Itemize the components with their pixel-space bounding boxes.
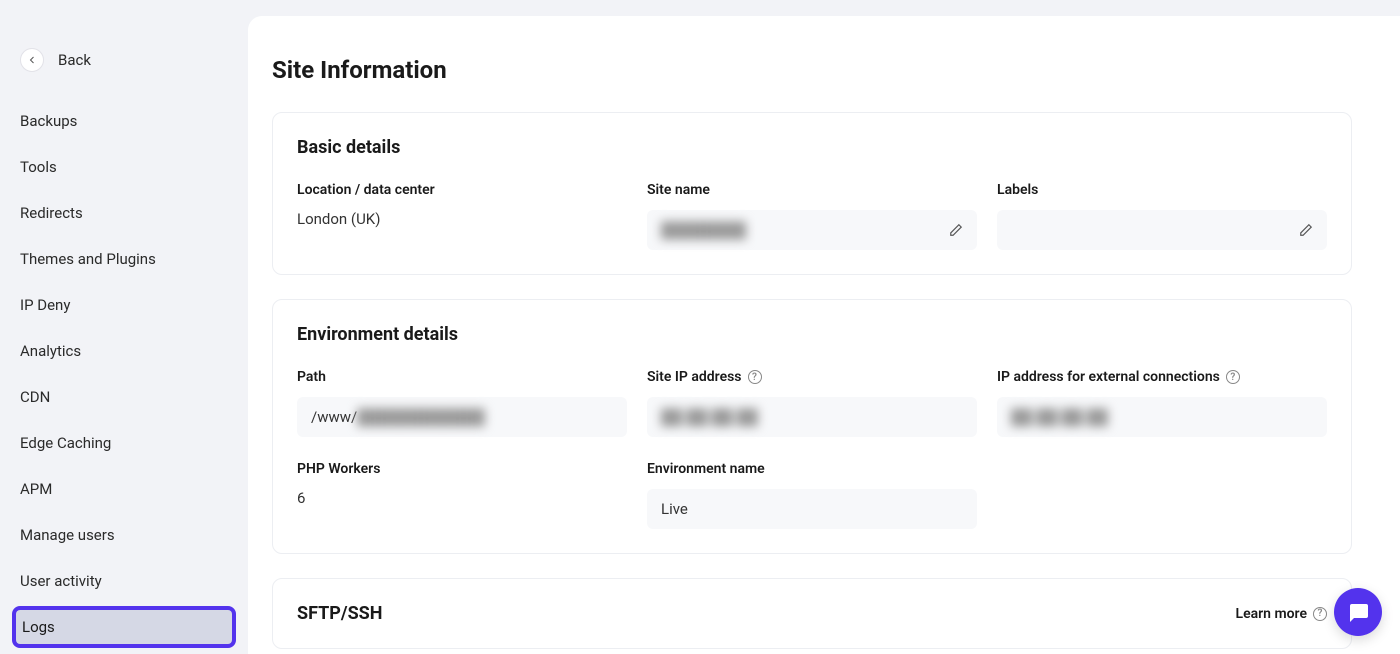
learn-more-link[interactable]: Learn more ? <box>1236 606 1327 622</box>
labels-label: Labels <box>997 182 1327 198</box>
environment-details-card: Environment details Path /www/██████████… <box>272 299 1352 554</box>
site-name-input[interactable]: ████████ <box>647 210 977 250</box>
back-label: Back <box>58 51 91 69</box>
sftp-ssh-title: SFTP/SSH <box>297 603 382 624</box>
sidebar-item-manage-users[interactable]: Manage users <box>12 514 236 556</box>
environment-details-title: Environment details <box>297 324 1327 345</box>
php-workers-value: 6 <box>297 489 627 507</box>
path-field: Path /www/████████████ <box>297 369 627 437</box>
path-value: /www/████████████ <box>311 408 485 426</box>
pencil-icon <box>949 223 963 237</box>
environment-name-value-box[interactable]: Live <box>647 489 977 529</box>
php-workers-field: PHP Workers 6 <box>297 461 627 529</box>
path-value-box[interactable]: /www/████████████ <box>297 397 627 437</box>
site-name-label: Site name <box>647 182 977 198</box>
site-name-field: Site name ████████ <box>647 182 977 250</box>
help-icon[interactable]: ? <box>1226 370 1240 384</box>
location-label: Location / data center <box>297 182 627 198</box>
sidebar-item-ip-deny[interactable]: IP Deny <box>12 284 236 326</box>
page-title: Site Information <box>272 56 1352 84</box>
sidebar-item-backups[interactable]: Backups <box>12 100 236 142</box>
location-field: Location / data center London (UK) <box>297 182 627 250</box>
back-button[interactable] <box>20 48 44 72</box>
site-ip-value-box[interactable]: ██.██.██.██ <box>647 397 977 437</box>
chat-icon <box>1346 600 1370 624</box>
external-ip-field: IP address for external connections ? ██… <box>997 369 1327 437</box>
sidebar-item-tools[interactable]: Tools <box>12 146 236 188</box>
site-name-value: ████████ <box>661 221 746 239</box>
labels-field: Labels <box>997 182 1327 250</box>
sidebar-item-logs[interactable]: Logs <box>12 606 236 648</box>
chat-button[interactable] <box>1334 588 1382 636</box>
sidebar-item-themes-plugins[interactable]: Themes and Plugins <box>12 238 236 280</box>
pencil-icon <box>1299 223 1313 237</box>
environment-name-value: Live <box>661 500 688 518</box>
environment-name-label: Environment name <box>647 461 977 477</box>
site-ip-value: ██.██.██.██ <box>661 408 758 426</box>
external-ip-value-box[interactable]: ██.██.██.██ <box>997 397 1327 437</box>
external-ip-label: IP address for external connections ? <box>997 369 1327 385</box>
sidebar-item-analytics[interactable]: Analytics <box>12 330 236 372</box>
site-ip-field: Site IP address ? ██.██.██.██ <box>647 369 977 437</box>
location-value: London (UK) <box>297 210 627 228</box>
external-ip-value: ██.██.██.██ <box>1011 408 1108 426</box>
sidebar: Back Backups Tools Redirects Themes and … <box>0 0 248 654</box>
site-ip-label: Site IP address ? <box>647 369 977 385</box>
sidebar-item-cdn[interactable]: CDN <box>12 376 236 418</box>
empty-col <box>997 461 1327 529</box>
sidebar-item-label: Logs <box>16 610 232 644</box>
environment-name-field: Environment name Live <box>647 461 977 529</box>
arrow-left-icon <box>26 54 38 66</box>
sidebar-item-edge-caching[interactable]: Edge Caching <box>12 422 236 464</box>
sftp-ssh-card: SFTP/SSH Learn more ? <box>272 578 1352 649</box>
sidebar-item-redirects[interactable]: Redirects <box>12 192 236 234</box>
main-content: Site Information Basic details Location … <box>248 16 1400 654</box>
back-row: Back <box>12 48 236 96</box>
labels-input[interactable] <box>997 210 1327 250</box>
help-icon: ? <box>1313 607 1327 621</box>
sidebar-item-apm[interactable]: APM <box>12 468 236 510</box>
path-label: Path <box>297 369 627 385</box>
sidebar-item-user-activity[interactable]: User activity <box>12 560 236 602</box>
php-workers-label: PHP Workers <box>297 461 627 477</box>
help-icon[interactable]: ? <box>748 370 762 384</box>
basic-details-card: Basic details Location / data center Lon… <box>272 112 1352 275</box>
basic-details-title: Basic details <box>297 137 1327 158</box>
